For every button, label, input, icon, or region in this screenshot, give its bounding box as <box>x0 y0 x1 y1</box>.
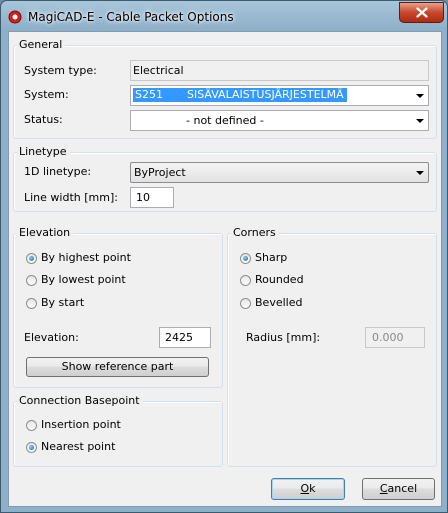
dialog-client-area: General System type: Electrical System: … <box>8 31 442 507</box>
linetype-value: ByProject <box>134 166 186 179</box>
elevation-value: 2425 <box>165 331 193 344</box>
radio-sharp[interactable] <box>240 253 251 264</box>
radio-bevelled[interactable] <box>240 298 251 309</box>
status-label: Status: <box>24 113 63 126</box>
general-group: General System type: Electrical System: … <box>13 38 437 139</box>
system-name: SISÄVALAISTUSJÄRJESTELMÄ <box>187 88 344 101</box>
line-width-label: Line width [mm]: <box>24 191 118 204</box>
radio-label: By start <box>41 296 85 309</box>
radio-insertion-point[interactable] <box>26 420 37 431</box>
radio-label: By highest point <box>41 251 131 264</box>
connection-basepoint-legend: Connection Basepoint <box>17 394 143 408</box>
corners-legend: Corners <box>231 226 279 240</box>
linetype-legend: Linetype <box>17 145 70 159</box>
system-type-label: System type: <box>24 64 97 77</box>
linetype-label: 1D linetype: <box>24 165 92 178</box>
cancel-label: Cancel <box>379 482 418 495</box>
elevation-group: Elevation By highest point By lowest poi… <box>13 226 223 388</box>
ok-label: Ok <box>300 482 316 495</box>
close-icon <box>415 7 428 18</box>
close-button[interactable] <box>399 2 444 23</box>
elevation-input[interactable]: 2425 <box>159 327 211 348</box>
show-reference-part-button[interactable]: Show reference part <box>26 357 209 377</box>
general-legend: General <box>17 38 66 52</box>
radius-value: 0.000 <box>372 331 404 344</box>
status-dropdown[interactable]: - not defined - <box>130 110 429 131</box>
system-type-value: Electrical <box>133 64 184 77</box>
radio-label: Sharp <box>255 251 288 264</box>
system-label: System: <box>24 88 69 101</box>
elevation-label: Elevation: <box>24 331 79 344</box>
dialog-window: MagiCAD-E - Cable Packet Options General… <box>0 0 448 513</box>
connection-basepoint-group: Connection Basepoint Insertion point Nea… <box>13 394 223 467</box>
elevation-legend: Elevation <box>17 226 74 240</box>
radio-by-highest-point[interactable] <box>26 253 37 264</box>
show-reference-part-label: Show reference part <box>61 360 174 373</box>
radio-by-start[interactable] <box>26 298 37 309</box>
radio-by-lowest-point[interactable] <box>26 275 37 286</box>
radio-label: Insertion point <box>41 418 121 431</box>
corners-group: Corners Sharp Rounded Bevelled Radius [m… <box>227 226 437 467</box>
system-code: S251 <box>135 88 163 101</box>
radio-nearest-point[interactable] <box>26 442 37 453</box>
system-dropdown[interactable]: S251 SISÄVALAISTUSJÄRJESTELMÄ <box>130 85 429 106</box>
chevron-down-icon <box>416 118 424 123</box>
system-selection-highlight: S251 SISÄVALAISTUSJÄRJESTELMÄ <box>133 88 347 102</box>
radio-label: Nearest point <box>41 440 116 453</box>
line-width-input[interactable]: 10 <box>130 187 174 208</box>
magicad-app-icon <box>8 10 22 24</box>
radio-rounded[interactable] <box>240 275 251 286</box>
linetype-group: Linetype 1D linetype: ByProject Line wid… <box>13 145 437 212</box>
cancel-button[interactable]: Cancel <box>362 478 435 500</box>
window-title: MagiCAD-E - Cable Packet Options <box>28 10 234 24</box>
radio-label: Rounded <box>255 273 304 286</box>
radio-label: By lowest point <box>41 273 126 286</box>
system-type-field: Electrical <box>130 60 429 81</box>
radio-label: Bevelled <box>255 296 303 309</box>
radius-input: 0.000 <box>365 327 425 348</box>
status-value: - not defined - <box>186 114 264 127</box>
title-bar[interactable]: MagiCAD-E - Cable Packet Options <box>1 1 447 31</box>
linetype-dropdown[interactable]: ByProject <box>130 162 429 183</box>
chevron-down-icon <box>416 170 424 175</box>
line-width-value: 10 <box>136 191 150 204</box>
radius-label: Radius [mm]: <box>246 331 321 344</box>
chevron-down-icon <box>416 93 424 98</box>
ok-button[interactable]: Ok <box>271 478 345 500</box>
